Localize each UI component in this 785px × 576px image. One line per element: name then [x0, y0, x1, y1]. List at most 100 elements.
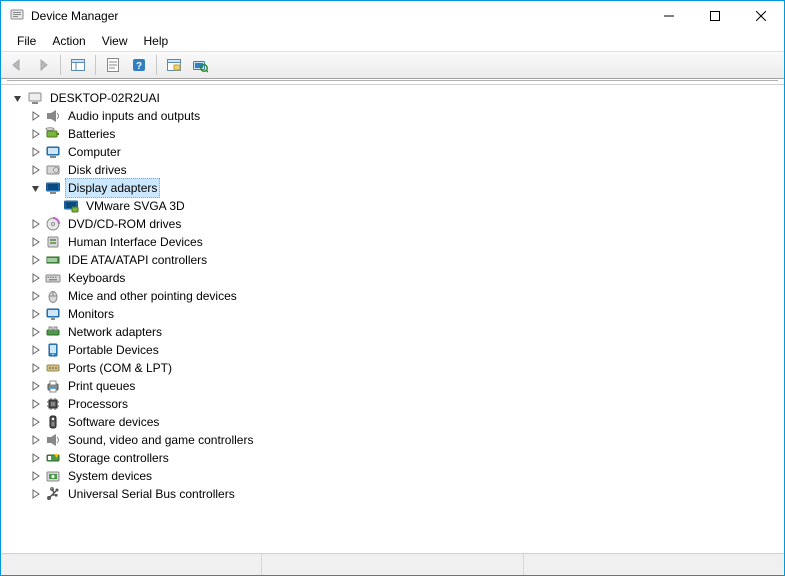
- expand-toggle[interactable]: [29, 145, 43, 159]
- expand-toggle[interactable]: [29, 361, 43, 375]
- toolbar: ?: [1, 51, 784, 79]
- usb-icon: [45, 486, 61, 502]
- tree-item-label: Keyboards: [65, 268, 128, 288]
- tree-item[interactable]: Audio inputs and outputs: [7, 107, 782, 125]
- tree-item[interactable]: Sound, video and game controllers: [7, 431, 782, 449]
- scan-hardware-button[interactable]: [188, 54, 212, 76]
- expand-toggle[interactable]: [29, 289, 43, 303]
- tree-item[interactable]: DESKTOP-02R2UAI: [7, 89, 782, 107]
- monitor-icon: [45, 306, 61, 322]
- tree-item[interactable]: Universal Serial Bus controllers: [7, 485, 782, 503]
- tree-item-label: Print queues: [65, 376, 138, 396]
- expand-toggle[interactable]: [29, 469, 43, 483]
- window-title: Device Manager: [31, 9, 646, 23]
- tree-item-label: Processors: [65, 394, 131, 414]
- tree-item[interactable]: Print queues: [7, 377, 782, 395]
- expand-toggle[interactable]: [29, 379, 43, 393]
- tree-item-label: IDE ATA/ATAPI controllers: [65, 250, 210, 270]
- expand-toggle[interactable]: [29, 433, 43, 447]
- system-icon: [45, 468, 61, 484]
- tree-item-label: Storage controllers: [65, 448, 172, 468]
- collapse-toggle[interactable]: [11, 91, 25, 105]
- audio-icon: [45, 108, 61, 124]
- ide-icon: [45, 252, 61, 268]
- tree-item[interactable]: Portable Devices: [7, 341, 782, 359]
- display-icon: [45, 180, 61, 196]
- tree-item-label: DVD/CD-ROM drives: [65, 214, 184, 234]
- expand-toggle[interactable]: [29, 343, 43, 357]
- tree-item[interactable]: Human Interface Devices: [7, 233, 782, 251]
- tree-item[interactable]: Computer: [7, 143, 782, 161]
- printer-icon: [45, 378, 61, 394]
- keyboard-icon: [45, 270, 61, 286]
- tree-item-label: Human Interface Devices: [65, 232, 206, 252]
- menubar: File Action View Help: [1, 31, 784, 51]
- tree-item-label: DESKTOP-02R2UAI: [47, 88, 163, 108]
- menu-file[interactable]: File: [9, 32, 44, 50]
- expand-toggle[interactable]: [29, 253, 43, 267]
- tree-item[interactable]: VMware SVGA 3D: [7, 197, 782, 215]
- menu-help[interactable]: Help: [136, 32, 177, 50]
- minimize-button[interactable]: [646, 1, 692, 31]
- expand-toggle[interactable]: [29, 217, 43, 231]
- menu-action[interactable]: Action: [44, 32, 93, 50]
- toolbar-separator: [60, 55, 61, 75]
- device-tree[interactable]: DESKTOP-02R2UAIAudio inputs and outputsB…: [7, 89, 782, 503]
- expand-toggle[interactable]: [29, 163, 43, 177]
- collapse-toggle[interactable]: [29, 181, 43, 195]
- back-button[interactable]: [5, 54, 29, 76]
- tree-item[interactable]: Mice and other pointing devices: [7, 287, 782, 305]
- expand-toggle[interactable]: [29, 487, 43, 501]
- forward-button[interactable]: [31, 54, 55, 76]
- show-hide-console-tree-button[interactable]: [66, 54, 90, 76]
- expand-toggle[interactable]: [29, 325, 43, 339]
- tree-item[interactable]: Disk drives: [7, 161, 782, 179]
- tree-item[interactable]: Software devices: [7, 413, 782, 431]
- tree-item-label: Portable Devices: [65, 340, 162, 360]
- tree-item[interactable]: Keyboards: [7, 269, 782, 287]
- help-button[interactable]: ?: [127, 54, 151, 76]
- menu-view[interactable]: View: [94, 32, 136, 50]
- expand-toggle[interactable]: [29, 235, 43, 249]
- expand-toggle[interactable]: [29, 127, 43, 141]
- tree-spacer: [47, 199, 61, 213]
- port-icon: [45, 360, 61, 376]
- expand-toggle[interactable]: [29, 307, 43, 321]
- statusbar: [1, 553, 784, 575]
- close-button[interactable]: [738, 1, 784, 31]
- tree-item[interactable]: Storage controllers: [7, 449, 782, 467]
- tree-item-label: Network adapters: [65, 322, 165, 342]
- dvd-icon: [45, 216, 61, 232]
- expand-toggle[interactable]: [29, 451, 43, 465]
- properties-button[interactable]: [101, 54, 125, 76]
- toolbar-separator: [156, 55, 157, 75]
- tree-item[interactable]: Batteries: [7, 125, 782, 143]
- tree-item[interactable]: DVD/CD-ROM drives: [7, 215, 782, 233]
- expand-toggle[interactable]: [29, 415, 43, 429]
- expand-toggle[interactable]: [29, 271, 43, 285]
- device-tree-pane[interactable]: DESKTOP-02R2UAIAudio inputs and outputsB…: [1, 84, 784, 553]
- expand-toggle[interactable]: [29, 397, 43, 411]
- tree-item-label: Audio inputs and outputs: [65, 106, 203, 126]
- tree-item[interactable]: Monitors: [7, 305, 782, 323]
- storage-icon: [45, 450, 61, 466]
- tree-item-label: Computer: [65, 142, 124, 162]
- tree-item[interactable]: Network adapters: [7, 323, 782, 341]
- hid-icon: [45, 234, 61, 250]
- disk-icon: [45, 162, 61, 178]
- tree-item[interactable]: Processors: [7, 395, 782, 413]
- toolbar-separator: [95, 55, 96, 75]
- tree-item-label: Mice and other pointing devices: [65, 286, 240, 306]
- battery-icon: [45, 126, 61, 142]
- update-driver-button[interactable]: [162, 54, 186, 76]
- software-icon: [45, 414, 61, 430]
- tree-item-label: VMware SVGA 3D: [83, 196, 188, 216]
- expand-toggle[interactable]: [29, 109, 43, 123]
- tree-item[interactable]: IDE ATA/ATAPI controllers: [7, 251, 782, 269]
- tree-item[interactable]: Ports (COM & LPT): [7, 359, 782, 377]
- maximize-button[interactable]: [692, 1, 738, 31]
- window-controls: [646, 1, 784, 31]
- app-icon: [9, 7, 25, 26]
- tree-item[interactable]: Display adapters: [7, 179, 782, 197]
- tree-item[interactable]: System devices: [7, 467, 782, 485]
